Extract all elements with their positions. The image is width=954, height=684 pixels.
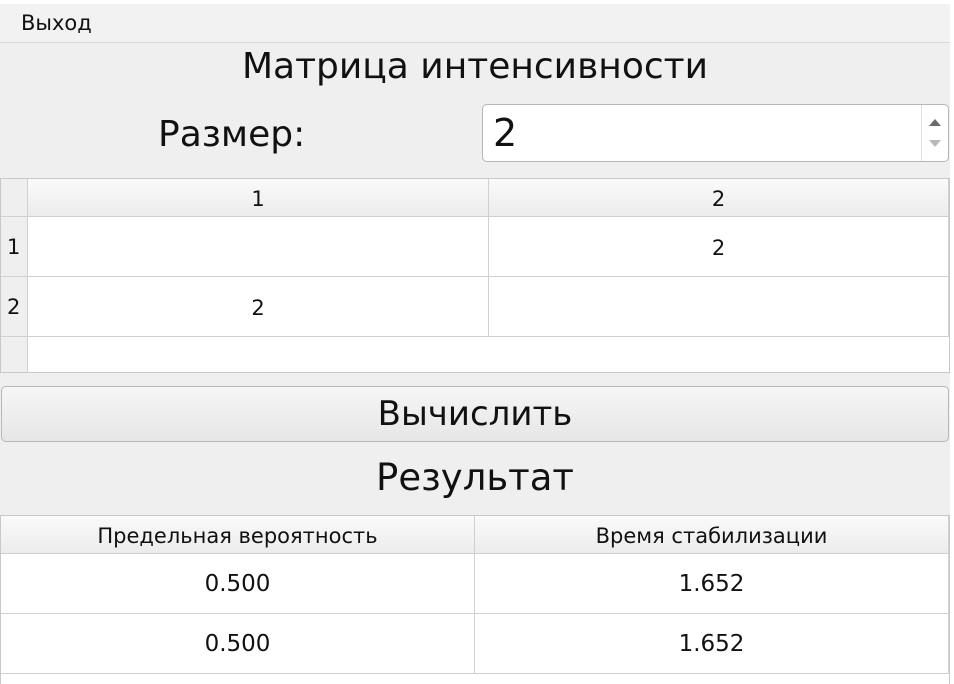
matrix-cell-1-1[interactable] [28,217,489,277]
result-title: Результат [376,456,574,499]
compute-button[interactable]: Вычислить [1,386,949,442]
matrix-column-header-1[interactable]: 1 [28,179,489,217]
spin-up-icon[interactable] [929,119,941,126]
size-label: Размер: [158,114,306,155]
matrix-column-header-2[interactable]: 2 [489,179,949,217]
result-cell-2-probability[interactable]: 0.500 [1,614,475,674]
spinbox-arrows [921,105,948,161]
matrix-cell-1-2[interactable]: 2 [489,217,949,277]
matrix-row-header-1[interactable]: 1 [1,217,28,277]
result-cell-1-probability[interactable]: 0.500 [1,554,475,614]
menu-exit[interactable]: Выход [12,9,101,37]
result-table: Предельная вероятность Время стабилизаци… [0,515,950,684]
result-cell-2-time[interactable]: 1.652 [475,614,949,674]
result-column-header-time[interactable]: Время стабилизации [475,516,949,554]
intensity-matrix-table: 1 2 1 2 2 2 [0,178,950,373]
matrix-cell-2-1[interactable]: 2 [28,277,489,337]
result-cell-1-time[interactable]: 1.652 [475,554,949,614]
table-corner-button[interactable] [1,179,28,217]
menu-bar: Выход [0,4,950,43]
result-column-header-probability[interactable]: Предельная вероятность [1,516,475,554]
size-spinbox-value[interactable]: 2 [493,109,517,157]
matrix-row-header-2[interactable]: 2 [1,277,28,337]
matrix-title: Матрица интенсивности [241,46,709,87]
matrix-cell-2-2[interactable] [489,277,949,337]
matrix-row-header-empty [1,337,28,372]
spin-down-icon[interactable] [929,140,941,147]
size-spinbox[interactable]: 2 [482,104,949,162]
app-window: Выход Матрица интенсивности Размер: 2 1 … [0,0,954,684]
